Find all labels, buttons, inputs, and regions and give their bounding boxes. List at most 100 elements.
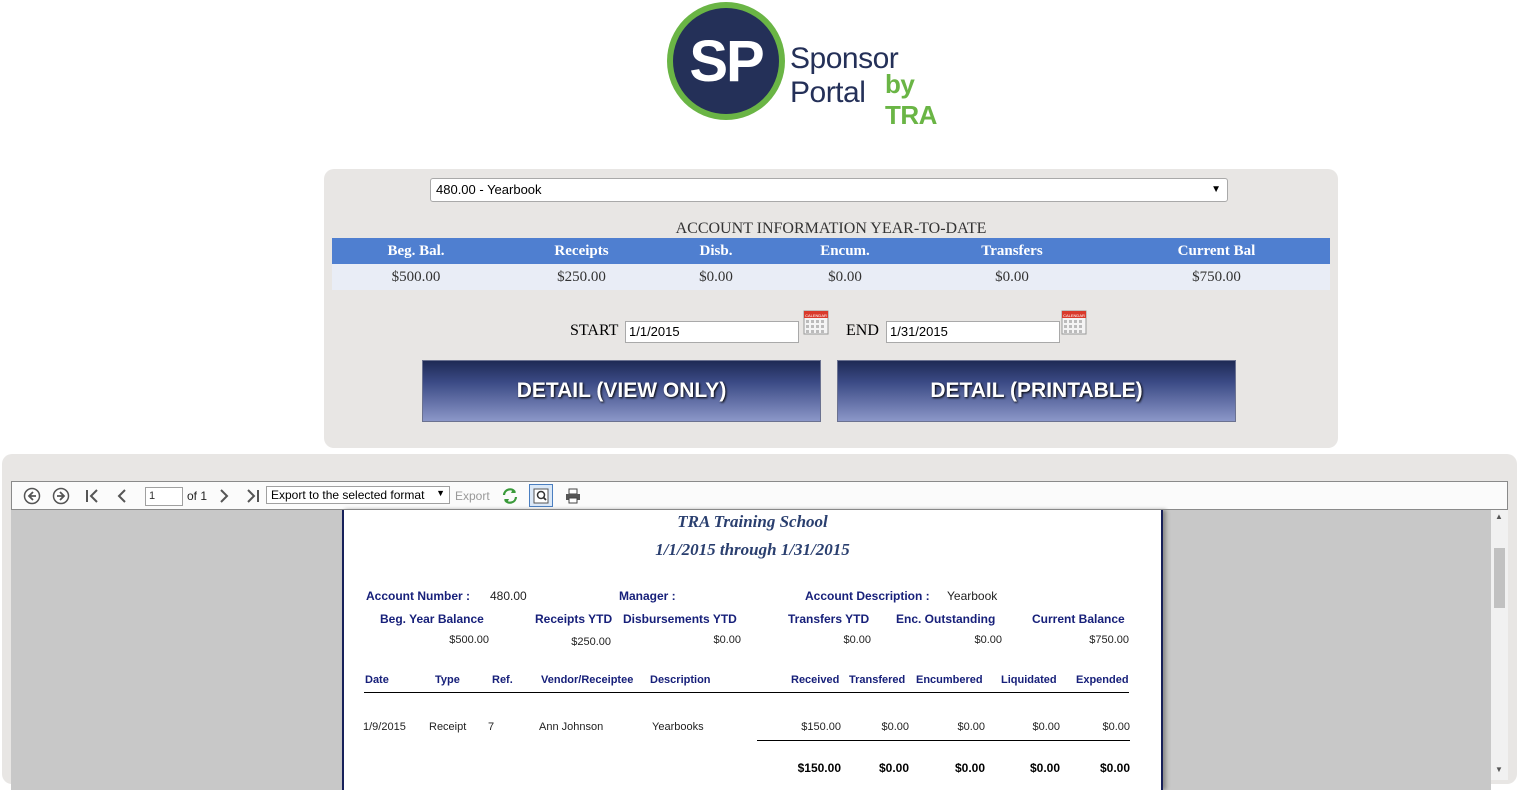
col-liquidated: Liquidated	[1001, 674, 1057, 686]
start-label: START	[570, 322, 619, 339]
row-transfered: $0.00	[881, 721, 909, 733]
col-encum: Encum.	[769, 238, 921, 264]
report-page: TRA Training School 1/1/2015 through 1/3…	[342, 510, 1163, 790]
detail-view-only-button[interactable]: DETAIL (VIEW ONLY)	[422, 360, 821, 422]
account-description-label: Account Description :	[805, 589, 930, 603]
col-date: Date	[365, 674, 389, 686]
col-disb: Disb.	[663, 238, 769, 264]
col-expended: Expended	[1076, 674, 1129, 686]
col-beg-bal: Beg. Bal.	[332, 238, 500, 264]
report-viewer: 1 of 1 Export to the selected format ▼ E…	[2, 454, 1517, 790]
col-current-bal: Current Bal	[1103, 238, 1330, 264]
summary-header-disbursements-ytd: Disbursements YTD	[623, 612, 737, 626]
scroll-thumb[interactable]	[1494, 548, 1505, 608]
total-transfered: $0.00	[878, 761, 909, 775]
scroll-down-icon[interactable]: ▼	[1495, 765, 1503, 774]
refresh-icon[interactable]	[501, 487, 519, 505]
account-panel: 480.00 - Yearbook ▼ ACCOUNT INFORMATION …	[324, 169, 1338, 448]
report-school-title: TRA Training School	[677, 512, 828, 531]
last-page-icon[interactable]	[243, 487, 261, 505]
total-expended: $0.00	[1099, 761, 1130, 775]
value-receipts: $250.00	[500, 264, 663, 290]
total-encumbered: $0.00	[954, 761, 985, 775]
col-vendor-receiptee: Vendor/Receiptee	[541, 674, 634, 686]
row-expended: $0.00	[1102, 721, 1130, 733]
report-scrollbar[interactable]: ▲ ▼	[1491, 510, 1508, 780]
start-calendar-icon[interactable]: CALENDAR	[803, 309, 829, 335]
value-current-bal: $750.00	[1103, 264, 1330, 290]
scroll-up-icon[interactable]: ▲	[1495, 512, 1503, 521]
end-calendar-icon[interactable]: CALENDAR	[1061, 309, 1087, 335]
col-type: Type	[435, 674, 460, 686]
export-format-select[interactable]: Export to the selected format ▼	[266, 486, 450, 504]
summary-header-transfers-ytd: Transfers YTD	[788, 612, 870, 626]
summary-header-current-balance: Current Balance	[1032, 612, 1125, 626]
account-description-value: Yearbook	[947, 589, 998, 603]
first-page-icon[interactable]	[84, 487, 102, 505]
manager-label: Manager :	[619, 589, 676, 603]
summary-value-current-balance: $750.00	[1089, 634, 1129, 646]
col-received: Received	[791, 674, 840, 686]
summary-value-enc-outstanding: $0.00	[974, 634, 1002, 646]
summary-value-disbursements-ytd: $0.00	[713, 634, 741, 646]
col-transfered: Transfered	[849, 674, 906, 686]
value-transfers: $0.00	[921, 264, 1103, 290]
svg-text:CALENDAR: CALENDAR	[805, 313, 827, 318]
account-select-value: 480.00 - Yearbook	[436, 182, 542, 197]
value-beg-bal: $500.00	[332, 264, 500, 290]
report-period: 1/1/2015 through 1/31/2015	[655, 540, 850, 559]
export-button[interactable]: Export	[455, 487, 490, 505]
report-toolbar: 1 of 1 Export to the selected format ▼ E…	[11, 481, 1508, 510]
logo-by: by TRA	[885, 69, 937, 130]
end-date-input[interactable]: 1/31/2015	[886, 321, 1060, 343]
total-received: $150.00	[797, 761, 841, 775]
account-number-label: Account Number :	[366, 589, 471, 603]
end-label: END	[846, 322, 879, 339]
summary-value-receipts-ytd: $250.00	[571, 636, 611, 648]
dropdown-arrow-icon: ▼	[1211, 184, 1221, 195]
page-count: of 1	[187, 489, 208, 503]
row-description: Yearbooks	[652, 721, 704, 733]
date-range-row: START 1/1/2015 CALENDAR END 1/31/2015 CA…	[324, 309, 1338, 349]
summary-header-receipts-ytd: Receipts YTD	[535, 612, 613, 626]
col-transfers: Transfers	[921, 238, 1103, 264]
value-encum: $0.00	[769, 264, 921, 290]
report-content-area: TRA Training School 1/1/2015 through 1/3…	[11, 510, 1491, 790]
account-number-value: 480.00	[490, 589, 527, 603]
print-icon[interactable]	[564, 487, 582, 505]
next-page-icon[interactable]	[215, 487, 233, 505]
row-vendor: Ann Johnson	[539, 721, 604, 733]
summary-value-beg-year-balance: $500.00	[449, 634, 489, 646]
logo-circle: SP	[667, 2, 785, 120]
summary-header-beg-year-balance: Beg. Year Balance	[380, 612, 484, 626]
totals-rule	[757, 740, 1130, 741]
start-date-input[interactable]: 1/1/2015	[625, 321, 799, 343]
find-button[interactable]	[529, 484, 553, 507]
account-info-title: ACCOUNT INFORMATION YEAR-TO-DATE	[675, 220, 987, 237]
row-received: $150.00	[801, 721, 841, 733]
account-info-header-row: Beg. Bal. Receipts Disb. Encum. Transfer…	[332, 238, 1330, 264]
forward-icon[interactable]	[52, 487, 70, 505]
back-icon[interactable]	[23, 487, 41, 505]
previous-page-icon[interactable]	[113, 487, 131, 505]
export-format-value: Export to the selected format	[271, 488, 425, 502]
svg-text:CALENDAR: CALENDAR	[1063, 313, 1085, 318]
column-header-rule	[364, 692, 1129, 693]
account-select[interactable]: 480.00 - Yearbook ▼	[430, 178, 1228, 202]
summary-value-transfers-ytd: $0.00	[843, 634, 871, 646]
total-liquidated: $0.00	[1029, 761, 1060, 775]
account-info-table: Beg. Bal. Receipts Disb. Encum. Transfer…	[332, 238, 1330, 290]
dropdown-arrow-icon: ▼	[436, 488, 445, 498]
sponsor-portal-logo: SP Sponsor Portal by TRA	[667, 2, 967, 130]
row-date: 1/9/2015	[363, 721, 406, 733]
logo-initials: SP	[673, 8, 779, 114]
account-info-value-row: $500.00 $250.00 $0.00 $0.00 $0.00 $750.0…	[332, 264, 1330, 290]
col-description: Description	[650, 674, 711, 686]
find-icon	[533, 488, 549, 503]
col-receipts: Receipts	[500, 238, 663, 264]
page-number-input[interactable]: 1	[145, 487, 183, 506]
row-liquidated: $0.00	[1032, 721, 1060, 733]
col-encumbered: Encumbered	[916, 674, 983, 686]
detail-printable-button[interactable]: DETAIL (PRINTABLE)	[837, 360, 1236, 422]
row-encumbered: $0.00	[957, 721, 985, 733]
